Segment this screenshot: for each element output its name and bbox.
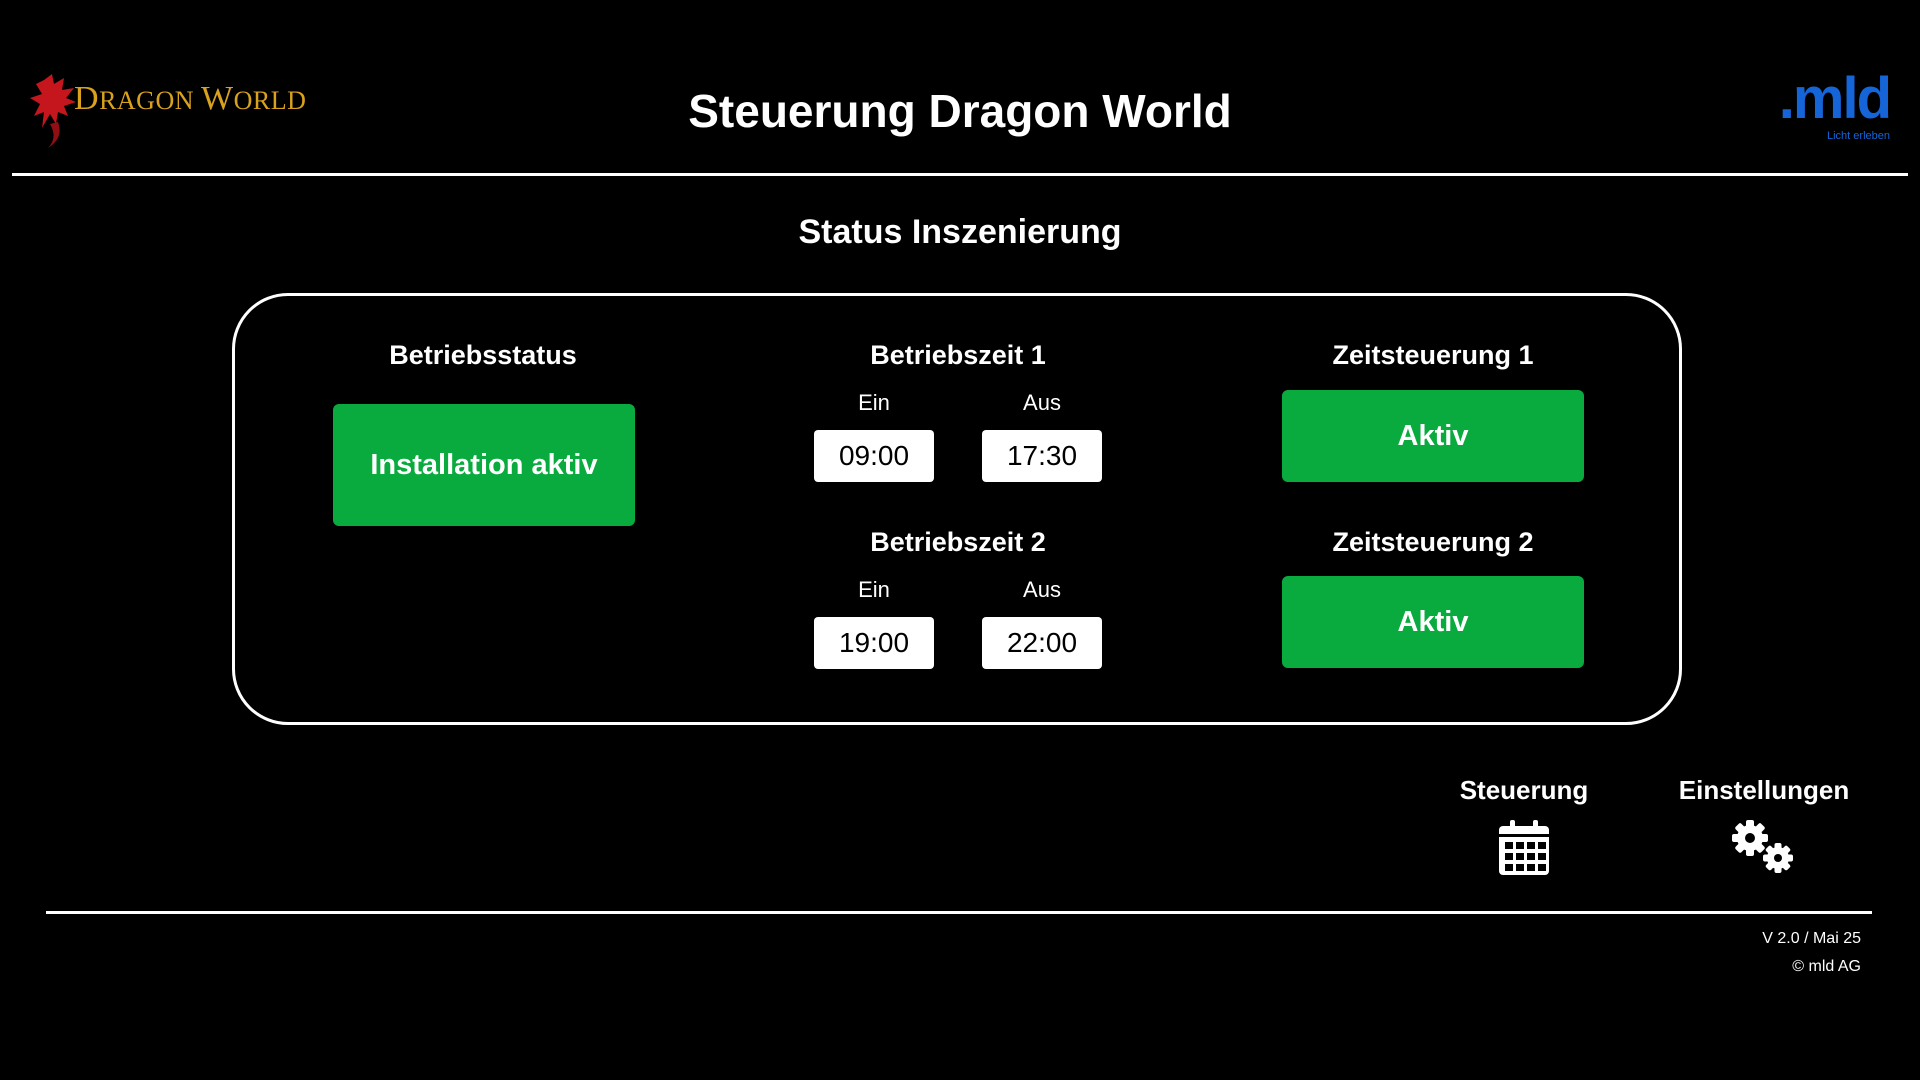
betriebsstatus-title: Betriebsstatus: [389, 340, 577, 370]
section-title: Status Inszenierung: [798, 213, 1122, 251]
mld-logo: .mld Licht erleben: [1772, 66, 1892, 150]
mld-logo-mark: .mld: [1778, 66, 1892, 131]
betriebszeit-2-on-label: Ein: [858, 577, 890, 602]
zeitsteuerung-1-button[interactable]: Aktiv: [1282, 390, 1584, 482]
betriebszeit-2-off-field[interactable]: 22:00: [982, 617, 1102, 669]
version-info: V 2.0 / Mai 25 © mld AG: [1762, 925, 1861, 981]
zeitsteuerung-2-title: Zeitsteuerung 2: [1332, 527, 1534, 557]
version-label: V 2.0 / Mai 25: [1762, 930, 1861, 947]
betriebszeit-1-on-field[interactable]: 09:00: [814, 430, 934, 482]
betriebszeit-2-off-label: Aus: [1023, 577, 1061, 602]
mld-logo-tagline: Licht erleben: [1827, 130, 1890, 142]
footer-divider: [46, 911, 1872, 914]
betriebszeit-1-title: Betriebszeit 1: [870, 340, 1046, 370]
betriebszeit-1-off-field[interactable]: 17:30: [982, 430, 1102, 482]
nav-einstellungen-label: Einstellungen: [1678, 775, 1850, 805]
betriebszeit-2-on-field[interactable]: 19:00: [814, 617, 934, 669]
zeitsteuerung-1-title: Zeitsteuerung 1: [1332, 340, 1534, 370]
page-title: Steuerung Dragon World: [688, 85, 1232, 137]
gears-icon: [1732, 820, 1793, 873]
copyright-label: © mld AG: [1792, 958, 1861, 975]
betriebszeit-1-on-label: Ein: [858, 390, 890, 415]
betriebszeit-2-title: Betriebszeit 2: [870, 527, 1046, 557]
nav-steuerung-label: Steuerung: [1459, 775, 1589, 805]
zeitsteuerung-2-button[interactable]: Aktiv: [1282, 576, 1584, 668]
calendar-icon: [1499, 820, 1549, 875]
header-divider: [12, 173, 1908, 176]
installation-status-button[interactable]: Installation aktiv: [333, 404, 635, 526]
betriebszeit-1-off-label: Aus: [1023, 390, 1061, 415]
nav-einstellungen[interactable]: Einstellungen: [1664, 775, 1864, 885]
nav-steuerung[interactable]: Steuerung: [1424, 775, 1624, 885]
